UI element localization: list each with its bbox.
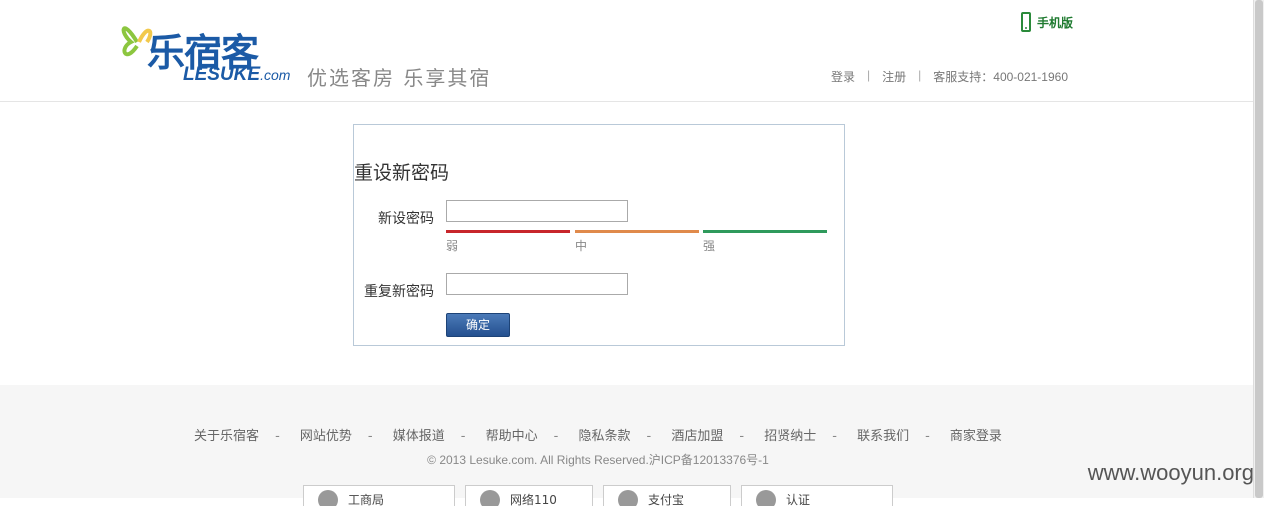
top-links: 登录 | 注册 | 客服支持：400-021-1960 (831, 68, 1068, 85)
trust-badge[interactable]: 支付宝 (603, 485, 731, 506)
strength-bar-weak (446, 230, 570, 233)
badge-label: 网络110 (510, 493, 557, 506)
separator: - (460, 429, 466, 444)
separator: - (832, 429, 837, 444)
trust-badge[interactable]: 认证 (741, 485, 893, 506)
footer-link-careers[interactable]: 招贤纳士 (764, 429, 816, 444)
strength-label-weak: 弱 (446, 239, 459, 253)
footer-link-privacy[interactable]: 隐私条款 (578, 429, 630, 444)
badge-label: 认证 (786, 493, 811, 506)
footer-link-help[interactable]: 帮助中心 (486, 429, 538, 444)
footer-link-media[interactable]: 媒体报道 (393, 429, 445, 444)
strength-label-strong: 强 (703, 239, 716, 253)
trust-badge[interactable]: 网络110 (465, 485, 593, 506)
mobile-version-link[interactable]: 手机版 (1021, 12, 1073, 32)
copyright: © 2013 Lesuke.com. All Rights Reserved.沪… (427, 453, 769, 467)
site-footer: 关于乐宿客 - 网站优势 - 媒体报道 - 帮助中心 - 隐私条款 - 酒店加盟 - 招贤纳… (0, 385, 1254, 506)
separator: | (867, 68, 871, 82)
form-title: 重设新密码 (354, 162, 450, 184)
badge-icon (480, 490, 500, 506)
footer-links: 关于乐宿客 - 网站优势 - 媒体报道 - 帮助中心 - 隐私条款 - 酒店加盟 - 招贤纳… (0, 425, 1196, 444)
site-logo[interactable]: 乐宿客 LESUKE.com (117, 12, 290, 90)
badge-icon (318, 490, 338, 506)
strength-label-medium: 中 (575, 239, 588, 253)
mobile-version-label: 手机版 (1037, 15, 1074, 30)
separator: - (367, 429, 373, 444)
separator: - (553, 429, 559, 444)
footer-link-about[interactable]: 关于乐宿客 (194, 429, 259, 444)
separator: - (646, 429, 652, 444)
badge-icon (618, 490, 638, 506)
footer-link-contact[interactable]: 联系我们 (857, 429, 909, 444)
new-password-input[interactable] (446, 200, 628, 222)
footer-link-merchant-login[interactable]: 商家登录 (950, 429, 1002, 444)
footer-link-hotel-join[interactable]: 酒店加盟 (671, 429, 723, 444)
phone-icon (1021, 12, 1031, 32)
repeat-password-input[interactable] (446, 273, 628, 295)
login-link[interactable]: 登录 (831, 68, 855, 85)
support-phone: 客服支持：400-021-1960 (933, 70, 1068, 84)
logo-english-text: LESUKE.com (183, 64, 290, 86)
trust-badge[interactable]: 工商局 (303, 485, 455, 506)
watermark: www.wooyun.org (1087, 460, 1254, 485)
separator: - (739, 429, 745, 444)
slogan: 优选客房 乐享其宿 (307, 66, 492, 90)
submit-button[interactable]: 确定 (446, 313, 510, 337)
separator: - (925, 429, 930, 444)
logo-english-suffix: .com (260, 67, 291, 83)
scrollbar-thumb[interactable] (1255, 0, 1263, 498)
vertical-scrollbar[interactable] (1253, 0, 1264, 498)
repeat-password-label: 重复新密码 (364, 284, 434, 300)
badge-label: 工商局 (348, 493, 385, 506)
badge-label: 支付宝 (648, 493, 685, 506)
trust-badges: 工商局 网络110 支付宝 认证 (303, 485, 893, 506)
register-link[interactable]: 注册 (882, 68, 906, 85)
logo-english-main: LESUKE (183, 64, 261, 85)
strength-bar-strong (703, 230, 827, 233)
badge-icon (756, 490, 776, 506)
separator: | (918, 68, 922, 82)
new-password-label: 新设密码 (378, 211, 434, 227)
separator: - (275, 429, 280, 444)
footer-link-advantages[interactable]: 网站优势 (300, 429, 352, 444)
site-header: 乐宿客 LESUKE.com 优选客房 乐享其宿 手机版 登录 | 注册 | 客… (0, 0, 1254, 102)
strength-bar-medium (575, 230, 699, 233)
reset-password-panel: 重设新密码 新设密码 弱 中 强 重复新密码 确定 (353, 124, 845, 346)
